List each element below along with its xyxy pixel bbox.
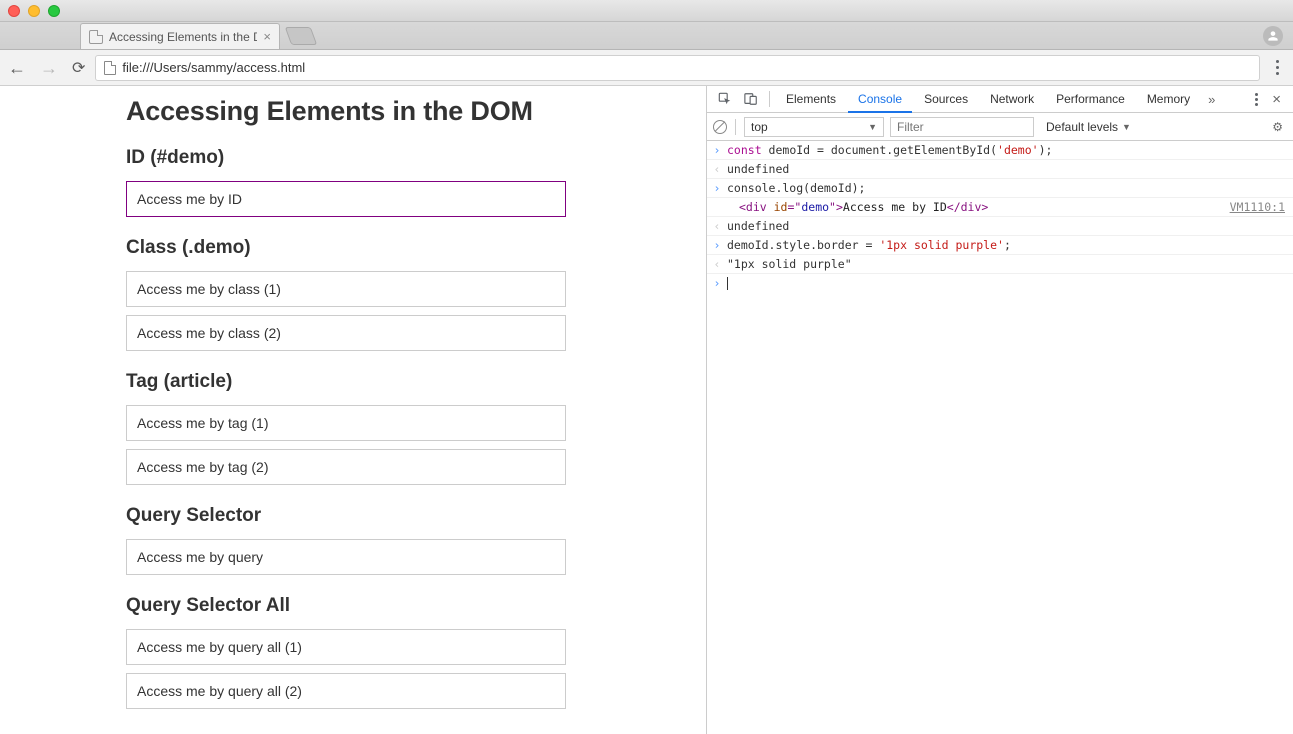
console-prompt[interactable] [727,274,1293,292]
separator [735,119,736,135]
console-output-row: ‹ undefined [707,217,1293,236]
chevron-down-icon: ▼ [868,122,877,132]
input-caret-icon: › [707,141,727,159]
console-output-row: ‹ "1px solid purple" [707,255,1293,274]
device-icon[interactable] [739,92,763,106]
console-body[interactable]: › const demoId = document.getElementById… [707,141,1293,734]
new-tab-button[interactable] [285,27,318,45]
console-line: demoId.style.border = '1px solid purple'… [727,236,1293,254]
devtools-menu-button[interactable] [1249,93,1264,106]
tab-strip: Accessing Elements in the DOM × [0,22,1293,50]
levels-label: Default levels [1046,120,1118,134]
section-heading-queryall: Query Selector All [126,595,686,617]
demo-box-queryall: Access me by query all (2) [126,673,566,709]
tab-console[interactable]: Console [848,86,912,113]
output-caret-icon: ‹ [707,217,727,235]
minimize-window-icon[interactable] [28,5,40,17]
tab-title: Accessing Elements in the DOM [109,30,257,44]
browser-tab[interactable]: Accessing Elements in the DOM × [80,23,280,49]
console-input-row: › console.log(demoId); [707,179,1293,198]
separator [769,91,770,107]
input-caret-icon: › [707,236,727,254]
url-text: file:///Users/sammy/access.html [122,60,305,75]
page-icon [89,30,103,44]
tab-memory[interactable]: Memory [1137,86,1200,113]
console-line: undefined [727,217,1293,235]
console-line: <div id="demo">Access me by ID</div> [727,198,1230,216]
tab-network[interactable]: Network [980,86,1044,113]
file-icon [104,61,116,75]
output-caret-icon: ‹ [707,160,727,178]
section-heading-tag: Tag (article) [126,371,686,393]
tab-sources[interactable]: Sources [914,86,978,113]
console-line: undefined [727,160,1293,178]
demo-box-class: Access me by class (2) [126,315,566,351]
address-bar[interactable]: file:///Users/sammy/access.html [95,55,1260,81]
toolbar: ← → ⟳ file:///Users/sammy/access.html [0,50,1293,86]
inspect-icon[interactable] [713,92,737,106]
console-toolbar: top ▼ Default levels ▼ ⚙ [707,113,1293,141]
console-line: const demoId = document.getElementById('… [727,141,1293,159]
console-output-row: ‹ undefined [707,160,1293,179]
output-caret-icon: ‹ [707,255,727,273]
window-controls [8,5,60,17]
console-input-row: › const demoId = document.getElementById… [707,141,1293,160]
demo-box-query: Access me by query [126,539,566,575]
content-area: Accessing Elements in the DOM ID (#demo)… [0,86,1293,734]
profile-icon[interactable] [1263,26,1283,46]
input-caret-icon: › [707,179,727,197]
page-content: Accessing Elements in the DOM ID (#demo)… [0,86,706,734]
gear-icon[interactable]: ⚙ [1268,120,1287,134]
context-selector[interactable]: top ▼ [744,117,884,137]
page-title: Accessing Elements in the DOM [126,96,686,127]
back-button[interactable]: ← [8,59,26,77]
demo-box-tag: Access me by tag (2) [126,449,566,485]
section-heading-query: Query Selector [126,505,686,527]
close-tab-icon[interactable]: × [263,30,271,43]
nav-buttons: ← → ⟳ [8,58,85,78]
titlebar [0,0,1293,22]
maximize-window-icon[interactable] [48,5,60,17]
forward-button[interactable]: → [40,59,58,77]
context-value: top [751,120,768,134]
input-caret-icon: › [707,274,727,292]
log-levels-selector[interactable]: Default levels ▼ [1046,120,1131,134]
reload-button[interactable]: ⟳ [72,58,85,78]
demo-box-queryall: Access me by query all (1) [126,629,566,665]
console-log-row: <div id="demo">Access me by ID</div> VM1… [707,198,1293,217]
close-devtools-icon[interactable]: × [1266,91,1287,108]
browser-menu-button[interactable] [1270,60,1285,75]
close-window-icon[interactable] [8,5,20,17]
console-line: console.log(demoId); [727,179,1293,197]
chevron-down-icon: ▼ [1122,122,1131,132]
section-heading-class: Class (.demo) [126,237,686,259]
console-input-row: › demoId.style.border = '1px solid purpl… [707,236,1293,255]
section-heading-id: ID (#demo) [126,147,686,169]
tab-elements[interactable]: Elements [776,86,846,113]
browser-chrome: Accessing Elements in the DOM × ← → ⟳ fi… [0,0,1293,86]
demo-box-class: Access me by class (1) [126,271,566,307]
devtools-tabs: Elements Console Sources Network Perform… [707,86,1293,113]
source-link[interactable]: VM1110:1 [1230,198,1293,216]
filter-input[interactable] [890,117,1034,137]
clear-console-icon[interactable] [713,120,727,134]
devtools-panel: Elements Console Sources Network Perform… [706,86,1293,734]
tab-performance[interactable]: Performance [1046,86,1135,113]
more-tabs-icon[interactable]: » [1202,92,1221,107]
console-line: "1px solid purple" [727,255,1293,273]
console-prompt-row[interactable]: › [707,274,1293,292]
demo-box-tag: Access me by tag (1) [126,405,566,441]
demo-box-id: Access me by ID [126,181,566,217]
